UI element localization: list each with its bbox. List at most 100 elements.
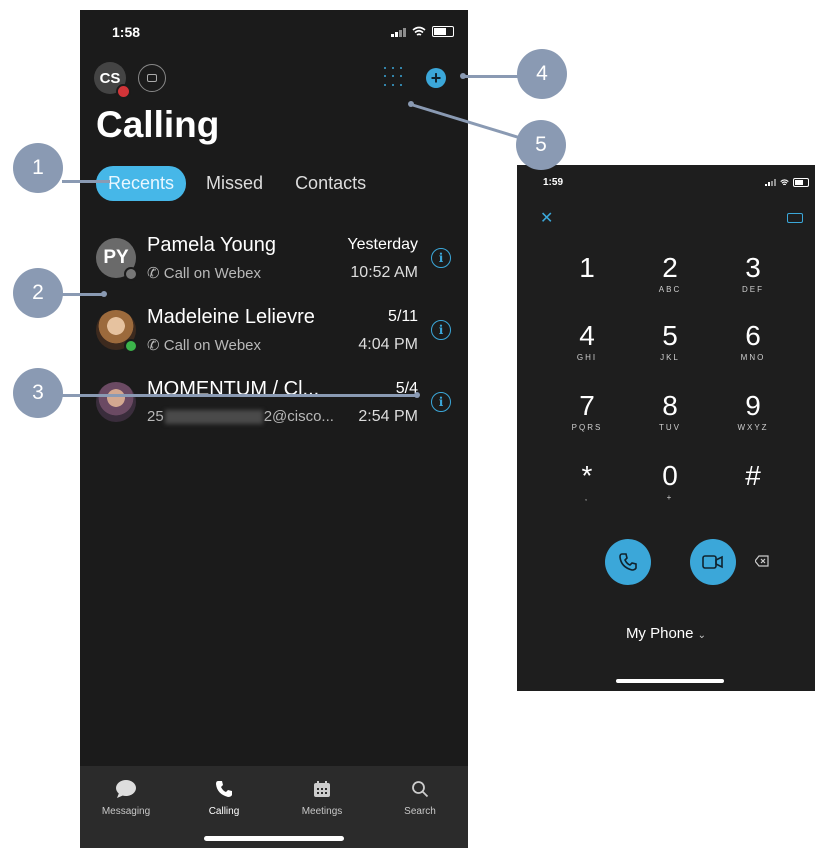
signal-icon [765,179,776,186]
calendar-icon [284,778,360,800]
home-indicator[interactable] [204,836,344,841]
dial-key-digit: # [745,460,761,491]
bottom-tab-label: Meetings [301,806,343,817]
tab-missed[interactable]: Missed [194,166,275,201]
dial-key-letters: , [584,493,590,502]
dial-key-digit: 1 [579,252,595,283]
presence-active-icon [124,339,138,353]
dial-key-letters: PQRS [571,423,603,432]
bottom-tab-calling[interactable]: Calling [186,778,262,817]
keyboard-icon[interactable] [787,213,803,223]
line-selector[interactable]: My Phone ⌄ [517,625,815,642]
info-icon[interactable]: i [431,392,451,412]
call-row[interactable]: MOMENTUM / Cl... 25 2@cisco... 5/4 2:54 P… [80,372,468,444]
home-indicator[interactable] [616,679,724,683]
dialer-screen: 1:59 ✕ 1 2 ABC 3 DEF 4 GHI 5 JKL 6 MNO 7 PQRS 8 TUV 9 WX… [517,165,815,691]
status-time: 1:58 [112,24,141,40]
phone-icon [619,553,637,571]
signal-icon [391,27,406,37]
dial-key-letters: WXYZ [737,423,769,432]
dial-key-digit: 0 [662,460,678,491]
battery-icon [793,178,809,187]
dnd-status-icon [116,84,131,99]
video-call-button[interactable] [690,539,736,585]
dial-key-letters: + [666,493,674,502]
calling-tabs: Recents Missed Contacts [96,166,386,201]
dial-key[interactable]: 2 ABC [640,252,700,295]
dial-key-digit: 4 [579,320,595,351]
phone-icon: ✆ [147,265,164,282]
wifi-icon [412,26,426,36]
dial-key[interactable]: # [723,461,783,493]
call-type: ✆ Call on Webex [147,265,262,282]
dial-key[interactable]: 9 WXYZ [723,390,783,433]
dial-key[interactable]: 5 JKL [640,320,700,363]
video-camera-icon [702,555,723,569]
dial-key[interactable]: 7 PQRS [557,390,617,433]
bottom-tab-search[interactable]: Search [382,778,458,817]
call-row[interactable]: Madeleine Lelievre ✆ Call on Webex 5/11 … [80,300,468,372]
tab-contacts[interactable]: Contacts [283,166,378,201]
contact-name: Pamela Young [147,234,277,256]
dialpad-icon[interactable] [384,67,404,89]
dial-key[interactable]: 4 GHI [557,320,617,363]
callout-pointer [101,291,107,297]
phone-icon: ✆ [147,337,164,354]
callout-3: 3 [13,368,63,418]
callout-2: 2 [13,268,63,318]
dial-key[interactable]: 8 TUV [640,390,700,433]
wifi-icon [780,179,789,186]
new-call-button[interactable]: + [426,68,446,88]
dial-key-letters: TUV [659,423,681,432]
call-address: 25 2@cisco... [147,408,334,425]
dial-key-letters: DEF [742,285,764,294]
call-time: 4:04 PM [358,336,418,353]
dial-key[interactable]: 0 + [640,460,700,503]
callout-1: 1 [13,143,63,193]
dial-key-letters: MNO [740,353,766,362]
dial-key[interactable]: *, [557,460,617,503]
dial-key[interactable]: 6 MNO [723,321,783,363]
callout-leader [464,75,520,78]
tab-recents[interactable]: Recents [96,166,187,201]
page-title: Calling [96,104,220,145]
presence-away-icon [124,267,138,281]
dial-key[interactable]: 3 DEF [723,252,783,295]
dial-key-digit: 8 [662,390,678,421]
call-row[interactable]: PY Pamela Young ✆ Call on Webex Yesterda… [80,228,468,300]
avatar [96,382,136,422]
calling-screen: 1:58 CS + Calling Recents Missed Contact… [80,10,468,848]
search-icon [382,778,458,800]
audio-call-button[interactable] [605,539,651,585]
bottom-tab-messaging[interactable]: Messaging [88,778,164,817]
info-icon[interactable]: i [431,248,451,268]
call-type: ✆ Call on Webex [147,337,262,354]
dial-key-digit: * [581,460,593,491]
bottom-tab-meetings[interactable]: Meetings [284,778,360,817]
callout-leader [62,180,110,183]
dial-key-digit: 7 [579,390,595,421]
chevron-down-icon: ⌄ [697,630,707,641]
callout-pointer [408,101,414,107]
bottom-tab-label: Messaging [101,806,151,817]
chat-icon [147,74,157,82]
dial-key[interactable]: 1 [557,253,617,285]
message-button[interactable] [138,64,166,92]
callout-4: 4 [517,49,567,99]
backspace-icon[interactable] [755,555,769,567]
dial-key-digit: 5 [662,320,678,351]
dial-key-digit: 3 [745,252,761,283]
callout-pointer [460,73,466,79]
call-date: 5/11 [388,308,418,325]
dial-key-letters: ABC [658,285,682,294]
close-icon[interactable]: ✕ [540,208,553,228]
line-selector-label: My Phone [625,625,694,642]
status-icons [391,26,454,37]
dial-key-digit: 2 [662,252,678,283]
status-time: 1:59 [543,177,564,188]
callout-leader [62,293,104,296]
contact-name: Madeleine Lelievre [147,306,315,328]
dial-key-digit: 9 [745,390,761,421]
info-icon[interactable]: i [431,320,451,340]
battery-icon [432,26,454,37]
